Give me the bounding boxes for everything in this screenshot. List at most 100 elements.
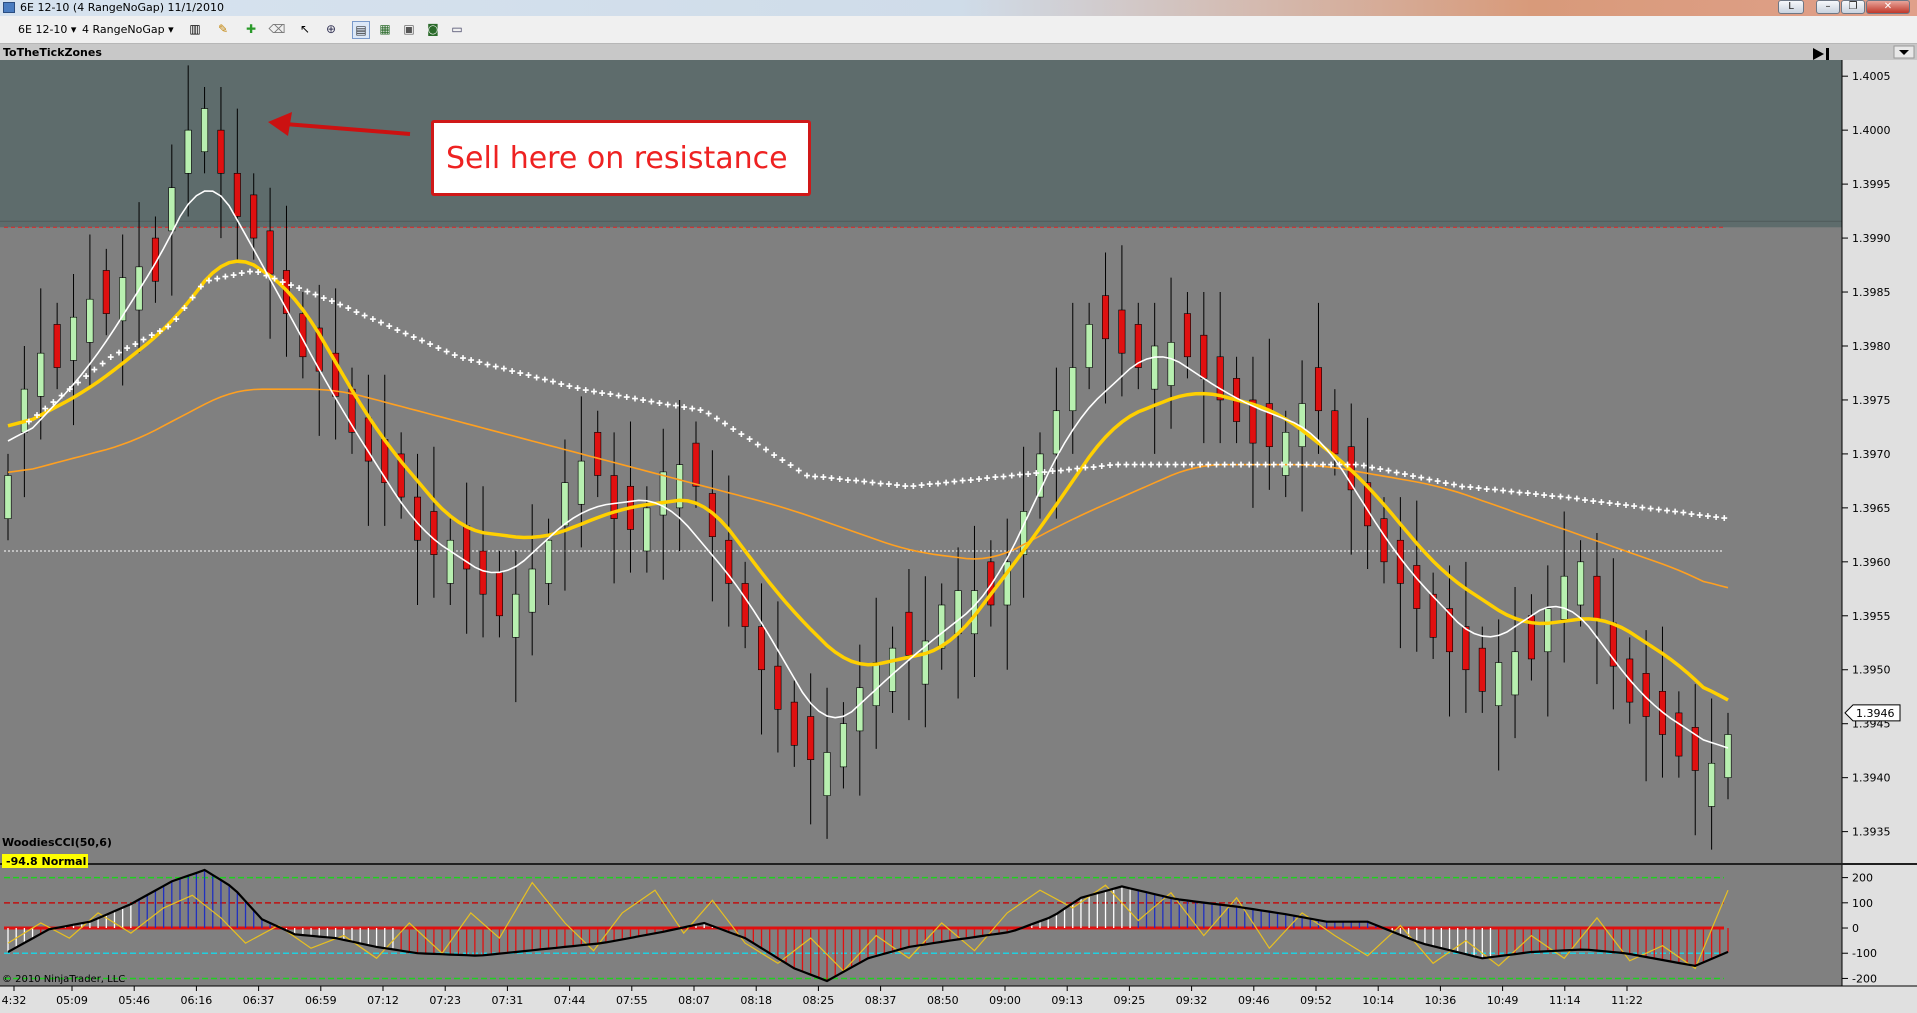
dot-marker: ✚ — [1000, 472, 1007, 481]
dot-marker: ✚ — [435, 344, 442, 353]
dot-marker: ✚ — [1238, 461, 1245, 470]
dot-marker: ✚ — [1549, 492, 1556, 501]
dot-marker: ✚ — [1156, 461, 1163, 470]
cci-indicator-name: WoodiesCCI(50,6) — [2, 836, 112, 849]
strategies-icon[interactable]: ▦ — [376, 21, 394, 39]
time-tick-label: 06:16 — [181, 994, 213, 1007]
dot-marker: ✚ — [1639, 503, 1646, 512]
properties-icon[interactable]: ▤ — [352, 21, 370, 39]
dot-marker: ✚ — [50, 398, 57, 407]
dot-marker: ✚ — [304, 287, 311, 296]
dot-marker: ✚ — [1664, 507, 1671, 516]
dot-marker: ✚ — [763, 446, 770, 455]
annotation-callout[interactable]: Sell here on resistance — [431, 120, 811, 196]
dot-marker: ✚ — [1385, 467, 1392, 476]
price-panel[interactable]: ✚✚✚✚✚✚✚✚✚✚✚ ✚ ✚ ✚ ✚ ✚ ✚ ✚✚✚✚✚✚ ✚ ✚ ✚ ✚ ✚ ✚ ✚ ✚ ✚ ✚ ✚ ✚ ✚ ✚ ✚ ✚ ✚… — [0, 60, 1842, 864]
dot-marker: ✚ — [369, 315, 376, 324]
price-tick-label: 1.4000 — [1852, 124, 1891, 137]
dot-marker: ✚ — [148, 331, 155, 340]
dot-marker: ✚ — [525, 371, 532, 380]
price-tick-label: 1.3950 — [1852, 664, 1891, 677]
dot-marker: ✚ — [689, 405, 696, 414]
cci-tick-label: -100 — [1852, 947, 1877, 960]
zoom-icon[interactable]: ⊕ — [322, 21, 340, 39]
link-button[interactable]: L — [1778, 0, 1804, 14]
cursor-icon[interactable]: ↖ — [296, 21, 314, 39]
close-button[interactable]: ✕ — [1866, 0, 1910, 14]
chart-trader-icon[interactable]: ▣ — [400, 21, 418, 39]
dot-marker: ✚ — [779, 456, 786, 465]
price-tick-label: 1.3955 — [1852, 610, 1891, 623]
price-panel-collapse-icon[interactable] — [1893, 45, 1915, 59]
dot-marker: ✚ — [427, 340, 434, 349]
dot-marker: ✚ — [877, 479, 884, 488]
time-tick-label: 11:22 — [1611, 994, 1643, 1007]
chart-area[interactable]: ToTheTickZones ✚ ✚ ✚ ✚ ✚ ✚ ✚ ✚ ✚ ✚ ✚ ✚ ✚ ✚ ✚ ✚ ✚ — [0, 44, 1917, 1013]
instrument-label: 6E 12-10 — [18, 23, 68, 36]
dot-marker: ✚ — [25, 418, 32, 427]
dot-marker: ✚ — [1582, 496, 1589, 505]
title-bar: 6E 12-10 (4 RangeNoGap) 11/1/2010 L – ❐ … — [0, 0, 1917, 16]
eraser-icon[interactable]: ⌫ — [268, 21, 286, 39]
time-tick-label: 07:23 — [429, 994, 461, 1007]
dot-marker: ✚ — [599, 389, 606, 398]
dot-marker: ✚ — [42, 405, 49, 414]
dot-marker: ✚ — [132, 340, 139, 349]
minimize-button[interactable]: – — [1816, 0, 1840, 14]
dot-marker: ✚ — [189, 293, 196, 302]
dot-marker: ✚ — [1311, 461, 1318, 470]
time-tick-label: 11:14 — [1549, 994, 1581, 1007]
dot-marker: ✚ — [58, 392, 65, 401]
instrument-selector[interactable]: 6E 12-10 ▾ — [18, 21, 76, 39]
dot-marker: ✚ — [197, 283, 204, 292]
dot-marker: ✚ — [869, 478, 876, 487]
dot-marker: ✚ — [1295, 461, 1302, 470]
dot-marker: ✚ — [157, 327, 164, 336]
dot-marker: ✚ — [509, 367, 516, 376]
dot-marker: ✚ — [1393, 468, 1400, 477]
dot-marker: ✚ — [1213, 461, 1220, 470]
dot-marker: ✚ — [1033, 469, 1040, 478]
dot-marker: ✚ — [165, 323, 172, 332]
dot-marker: ✚ — [353, 308, 360, 317]
bar-type-icon[interactable]: ▥ — [186, 21, 204, 39]
dot-marker: ✚ — [1336, 461, 1343, 470]
dot-marker: ✚ — [894, 481, 901, 490]
dot-marker: ✚ — [468, 356, 475, 365]
time-tick-label: 08:50 — [927, 994, 959, 1007]
period-selector[interactable]: 4 RangeNoGap ▾ — [82, 21, 174, 39]
add-icon[interactable]: ✚ — [242, 21, 260, 39]
time-tick-label: 08:18 — [740, 994, 772, 1007]
dot-marker: ✚ — [1623, 501, 1630, 510]
dot-marker: ✚ — [902, 482, 909, 491]
dot-marker: ✚ — [1270, 461, 1277, 470]
data-box-icon[interactable]: ◙ — [424, 21, 442, 39]
dot-marker: ✚ — [1418, 474, 1425, 483]
dot-marker: ✚ — [279, 278, 286, 287]
dot-marker: ✚ — [918, 481, 925, 490]
price-axis[interactable]: 1.4005 1.4000 1.3995 1.3990 1.3985 1.3980 1.39… — [1841, 60, 1917, 864]
restore-button[interactable]: ❐ — [1841, 0, 1865, 14]
dot-marker: ✚ — [574, 384, 581, 393]
dot-marker: ✚ — [517, 369, 524, 378]
dot-marker: ✚ — [345, 304, 352, 313]
dot-marker: ✚ — [926, 480, 933, 489]
dot-marker: ✚ — [681, 403, 688, 412]
time-tick-label: 05:46 — [118, 994, 150, 1007]
dot-marker: ✚ — [771, 451, 778, 460]
dot-marker: ✚ — [951, 478, 958, 487]
dot-marker: ✚ — [1590, 497, 1597, 506]
dot-marker: ✚ — [1606, 499, 1613, 508]
window-icon[interactable]: ▭ — [448, 21, 466, 39]
dot-marker: ✚ — [845, 476, 852, 485]
dot-marker: ✚ — [1352, 461, 1359, 470]
dot-marker: ✚ — [1344, 461, 1351, 470]
dot-marker: ✚ — [402, 329, 409, 338]
cci-axis[interactable]: 200 100 0 -100 -200 — [1841, 865, 1917, 986]
pencil-icon[interactable]: ✎ — [214, 21, 232, 39]
dot-marker: ✚ — [116, 348, 123, 357]
dot-marker: ✚ — [410, 333, 417, 342]
dot-marker: ✚ — [820, 473, 827, 482]
price-tick-label: 1.3975 — [1852, 394, 1891, 407]
time-axis[interactable]: 4:32 05:09 05:46 06:16 06:37 06:59 07:12 07:23 0… — [0, 985, 1917, 1013]
